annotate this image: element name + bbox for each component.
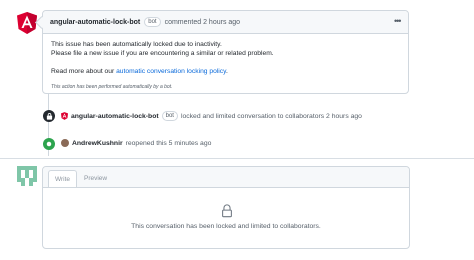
tab-preview[interactable]: Preview	[84, 175, 107, 182]
comment-timestamp[interactable]: commented 2 hours ago	[165, 19, 241, 26]
user-mini-avatar[interactable]	[61, 139, 69, 147]
read-more-suffix: .	[225, 68, 228, 75]
lock-icon	[43, 110, 55, 122]
bot-badge: bot	[161, 111, 178, 121]
comment-header: angular-automatic-lock-bot bot commented…	[43, 11, 408, 34]
comment-line-1: This issue has been automatically locked…	[51, 41, 222, 48]
identicon-avatar[interactable]	[17, 166, 37, 186]
composer-tabs: Write Preview	[43, 167, 409, 188]
tab-write[interactable]: Write	[48, 170, 77, 187]
lock-event: angular-automatic-lock-bot bot locked an…	[61, 111, 362, 121]
angular-bot-mini-avatar[interactable]	[61, 112, 68, 120]
reopen-event-author-link[interactable]: AndrewKushnir	[72, 140, 123, 147]
comment-card: angular-automatic-lock-bot bot commented…	[42, 10, 409, 94]
lock-icon	[222, 204, 232, 218]
reopen-event: AndrewKushnir reopened this 5 minutes ag…	[61, 139, 211, 147]
kebab-horizontal-icon[interactable]: •••	[394, 16, 402, 26]
lock-event-author-link[interactable]: angular-automatic-lock-bot	[71, 113, 159, 120]
timeline-divider	[0, 158, 474, 159]
angular-bot-avatar[interactable]	[17, 12, 37, 34]
lock-event-text: locked and limited conversation to colla…	[180, 112, 362, 120]
bot-badge: bot	[144, 17, 161, 27]
reopen-event-text: reopened this 5 minutes ago	[125, 139, 212, 147]
comment-line-2: Please file a new issue if you are encou…	[51, 50, 274, 57]
comment-footnote: This action has been performed automatic…	[51, 84, 173, 90]
dot-fill-icon	[43, 138, 55, 150]
comment-body: This issue has been automatically locked…	[51, 40, 274, 76]
locking-policy-link[interactable]: automatic conversation locking policy	[116, 68, 226, 75]
locked-conversation-message: This conversation has been locked and li…	[131, 223, 321, 230]
comment-composer: Write Preview This conversation has been…	[42, 166, 410, 249]
read-more-paragraph: Read more about our automatic conversati…	[51, 67, 274, 76]
comment-author-link[interactable]: angular-automatic-lock-bot	[50, 19, 140, 26]
read-more-prefix: Read more about our	[51, 68, 117, 75]
